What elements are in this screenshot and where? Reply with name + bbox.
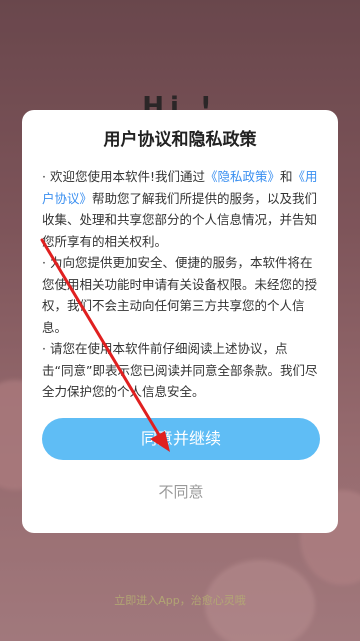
privacy-policy-link[interactable]: 《隐私政策》 <box>205 169 280 184</box>
agree-continue-button[interactable]: 同意并继续 <box>42 418 320 460</box>
and-text: 和 <box>279 169 293 184</box>
app-screen: Hi ! 立即进入App，治愈心灵哦 用户协议和隐私政策 · 欢迎您使用本软件!… <box>0 0 360 641</box>
dialog-title: 用户协议和隐私政策 <box>103 130 257 150</box>
paragraph-consent: · 请您在使用本软件前仔细阅读上述协议，点击“同意”即表示您已阅读并同意全部条款… <box>42 341 318 399</box>
dialog-body: · 欢迎您使用本软件!我们通过《隐私政策》和《用户协议》帮助您了解我们所提供的服… <box>42 166 318 403</box>
paragraph-permissions: · 为向您提供更加安全、便捷的服务，本软件将在您使用相关功能时申请有关设备权限。… <box>42 255 318 335</box>
agreement-dialog: 用户协议和隐私政策 · 欢迎您使用本软件!我们通过《隐私政策》和《用户协议》帮助… <box>22 110 338 533</box>
disagree-button[interactable]: 不同意 <box>42 476 320 508</box>
paragraph-welcome: · 欢迎您使用本软件!我们通过《隐私政策》和《用户协议》帮助您了解我们所提供的服… <box>42 166 318 252</box>
welcome-text: · 欢迎您使用本软件!我们通过 <box>42 169 205 184</box>
